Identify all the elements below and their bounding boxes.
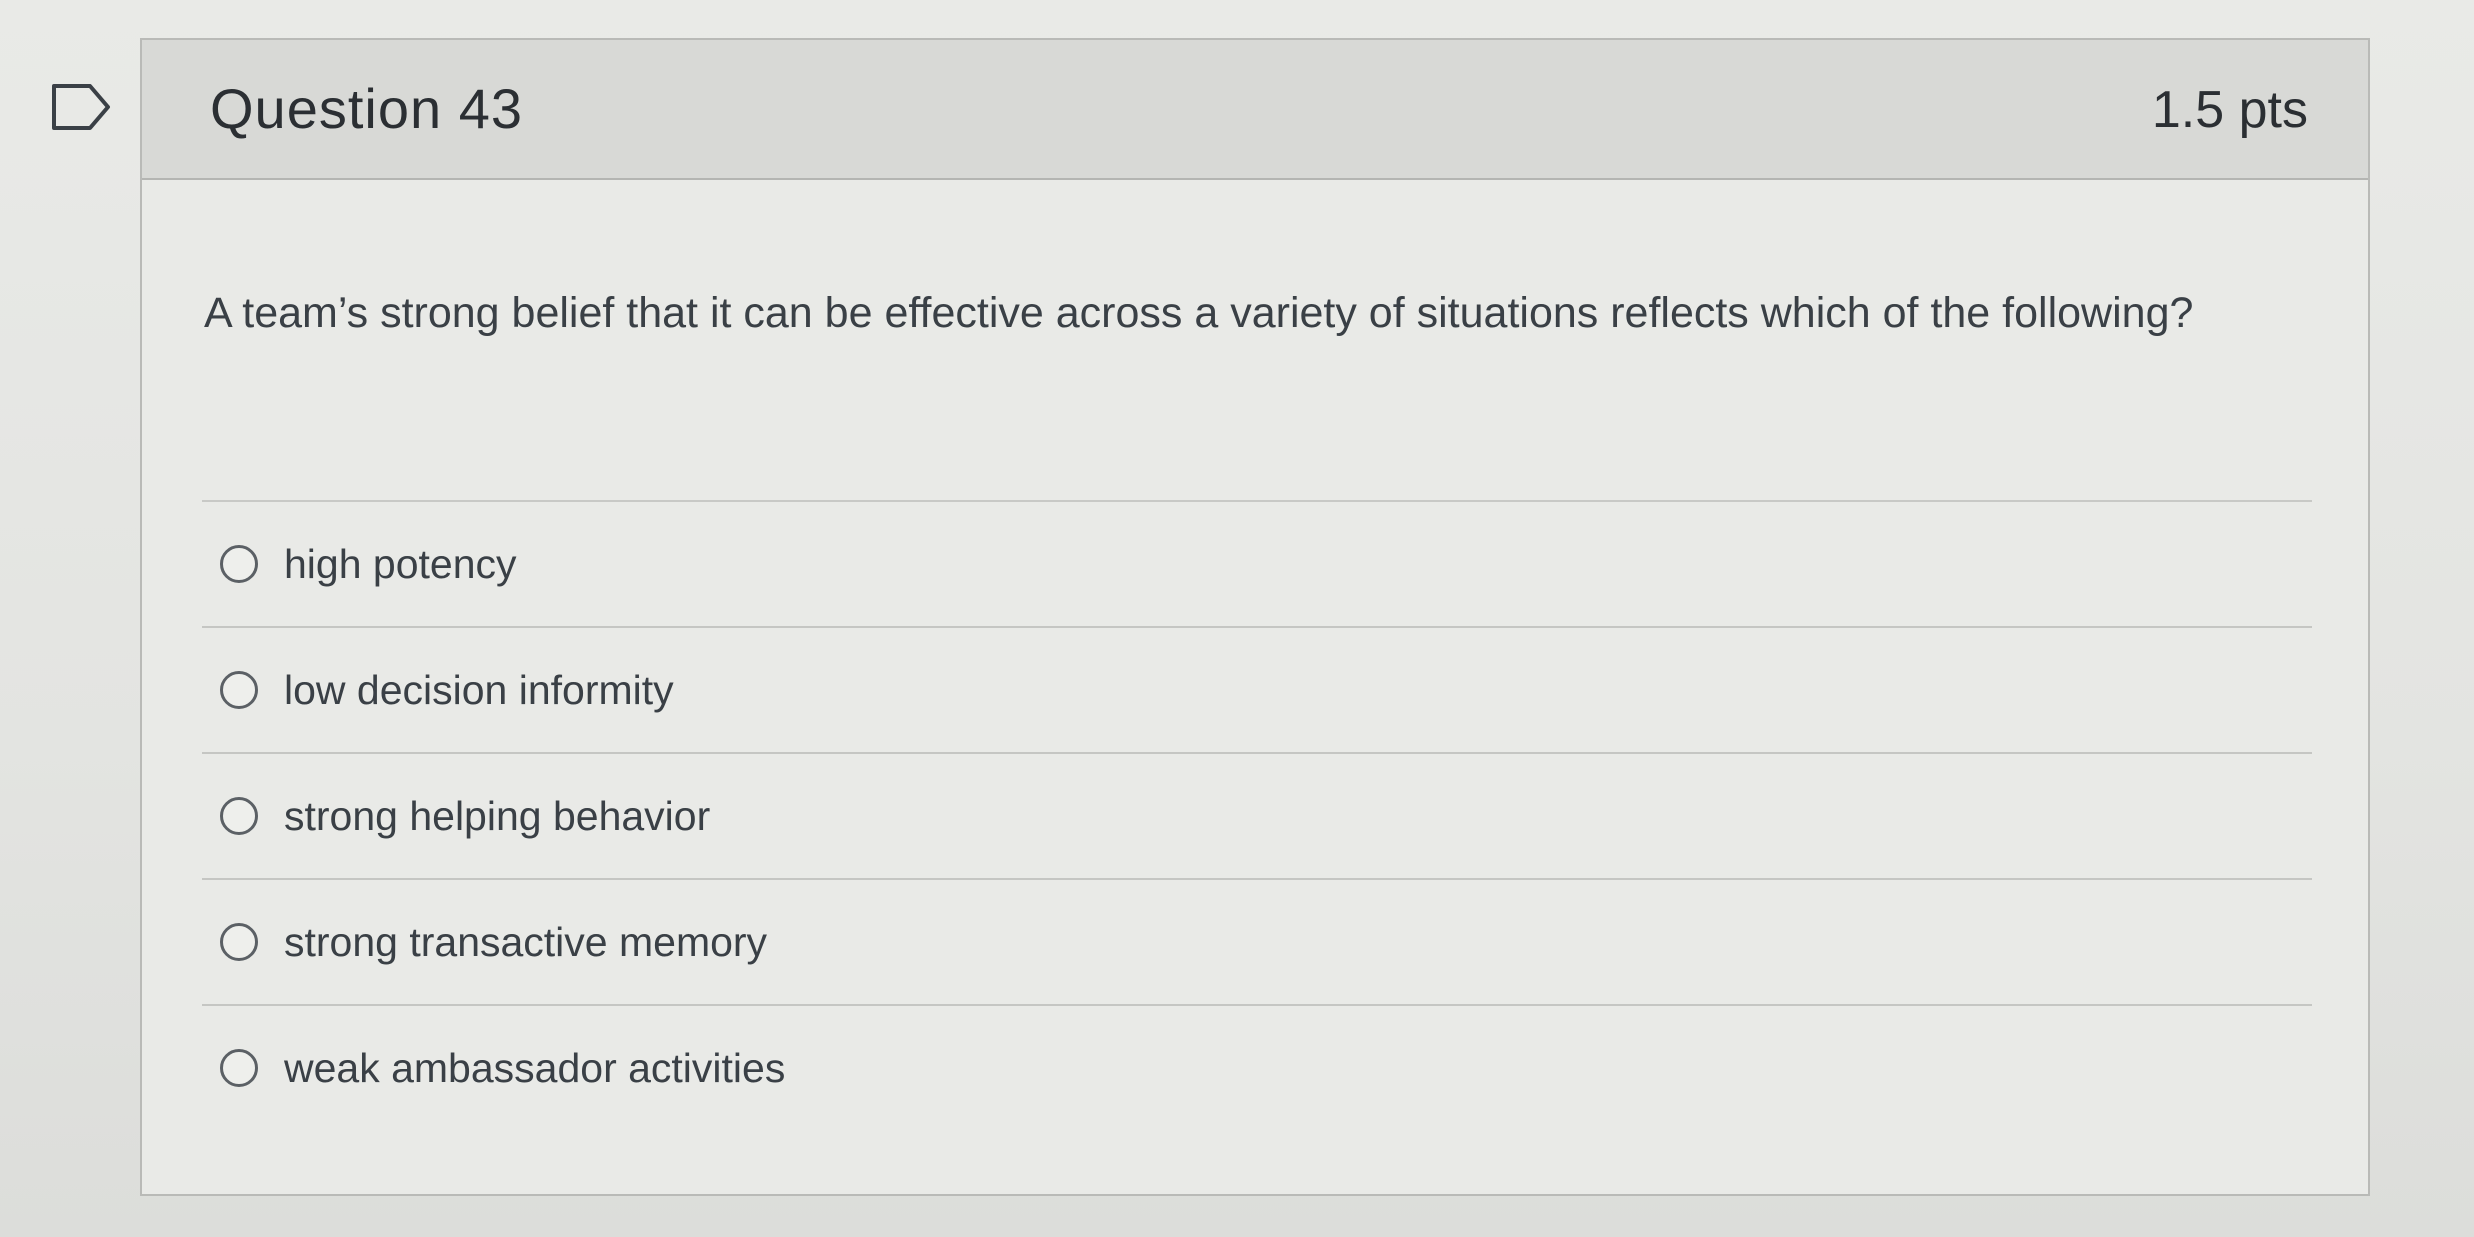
answer-label: strong helping behavior (284, 792, 711, 839)
answer-option-weak-ambassador-activities[interactable]: weak ambassador activities (202, 1004, 2312, 1130)
answer-option-strong-transactive-memory[interactable]: strong transactive memory (202, 878, 2312, 1004)
flag-question-icon[interactable] (50, 82, 112, 132)
answer-label: strong transactive memory (284, 918, 768, 965)
radio-button-icon[interactable] (220, 1049, 258, 1087)
question-points: 1.5 pts (2151, 81, 2308, 139)
answer-label: weak ambassador activities (284, 1044, 786, 1091)
quiz-page: Question 43 1.5 pts A team’s strong beli… (0, 0, 2474, 1237)
question-text: A team’s strong belief that it can be ef… (204, 289, 2194, 337)
radio-button-icon[interactable] (220, 923, 258, 961)
answer-list: high potency low decision informity stro… (202, 500, 2312, 1130)
question-header: Question 43 1.5 pts (142, 40, 2368, 180)
question-card: Question 43 1.5 pts A team’s strong beli… (140, 38, 2370, 1196)
question-title: Question 43 (210, 77, 523, 140)
answer-option-strong-helping-behavior[interactable]: strong helping behavior (202, 752, 2312, 878)
answer-option-high-potency[interactable]: high potency (202, 500, 2312, 626)
radio-button-icon[interactable] (220, 797, 258, 835)
answer-option-low-decision-informity[interactable]: low decision informity (202, 626, 2312, 752)
answer-label: low decision informity (284, 666, 674, 713)
answer-label: high potency (284, 540, 517, 587)
radio-button-icon[interactable] (220, 545, 258, 583)
radio-button-icon[interactable] (220, 671, 258, 709)
